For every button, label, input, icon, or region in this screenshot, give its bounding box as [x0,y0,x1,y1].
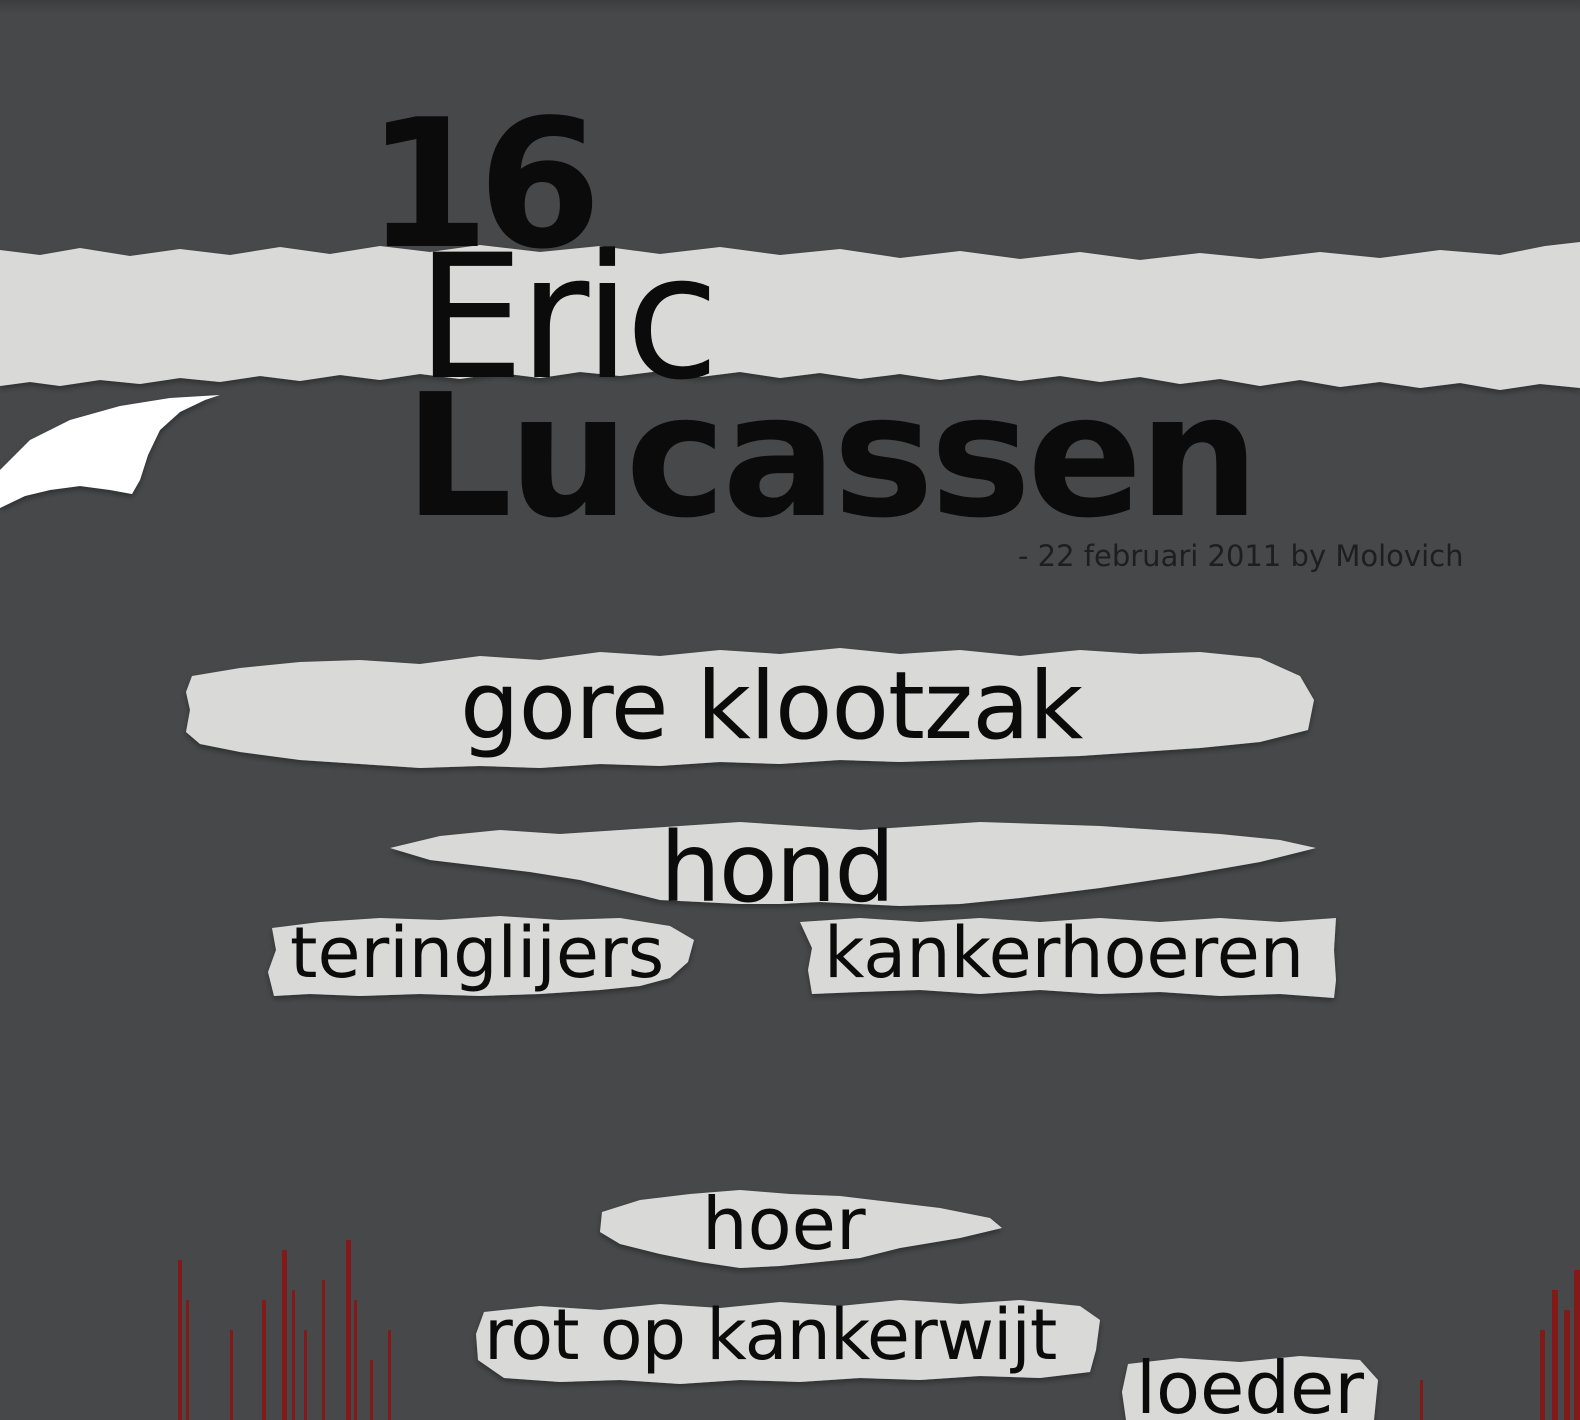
word-hond: hond [660,812,895,924]
blood-splatter-right [1420,1270,1580,1420]
word-gore-klootzak: gore klootzak [460,652,1083,761]
poster: 16 Eric Lucassen - 22 februari 2011 by M… [0,0,1580,1420]
paper-curl [0,395,220,508]
byline: - 22 februari 2011 by Molovich [1018,539,1464,573]
blood-splatter-left [178,1240,391,1420]
last-name: Lucassen [404,358,1260,556]
word-kankerhoeren: kankerhoeren [824,912,1305,994]
word-loeder: loeder [1136,1346,1364,1420]
word-teringlijers: teringlijers [290,912,665,994]
word-rot-op-kankerwijt: rot op kankerwijt [484,1294,1057,1376]
word-hoer: hoer [702,1182,866,1266]
